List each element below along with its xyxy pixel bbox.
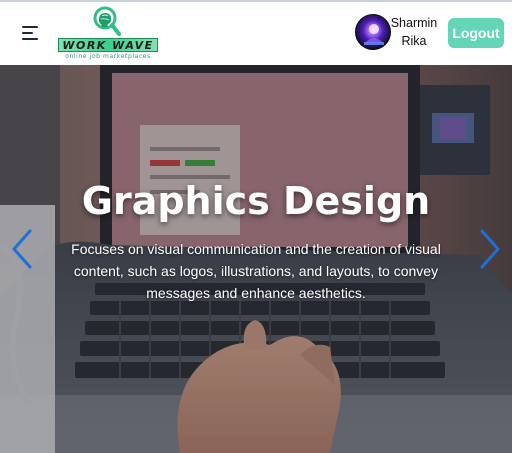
- chevron-right-icon[interactable]: [478, 229, 502, 269]
- brand-logo[interactable]: WORK WAVE online job marketplaces: [56, 5, 160, 61]
- username-last: Rika: [401, 34, 427, 48]
- username-first: Sharmin: [390, 16, 438, 30]
- avatar-figure-icon: [364, 24, 384, 45]
- brand-tagline: online job marketplaces: [65, 53, 151, 60]
- brain-magnifier-icon: [93, 6, 121, 36]
- navbar: WORK WAVE online job marketplaces Sharmi…: [0, 2, 512, 65]
- hero-slider: Graphics Design Focuses on visual commun…: [0, 65, 512, 453]
- slide-title: Graphics Design: [81, 179, 431, 223]
- brand-name: WORK WAVE: [58, 38, 158, 52]
- slide-description: Focuses on visual communication and the …: [71, 241, 441, 301]
- hamburger-menu-icon[interactable]: [22, 26, 40, 40]
- username: Sharmin Rika: [388, 14, 440, 50]
- user-avatar[interactable]: [355, 14, 391, 50]
- chevron-left-icon[interactable]: [10, 229, 34, 269]
- logout-button[interactable]: Logout: [448, 18, 504, 48]
